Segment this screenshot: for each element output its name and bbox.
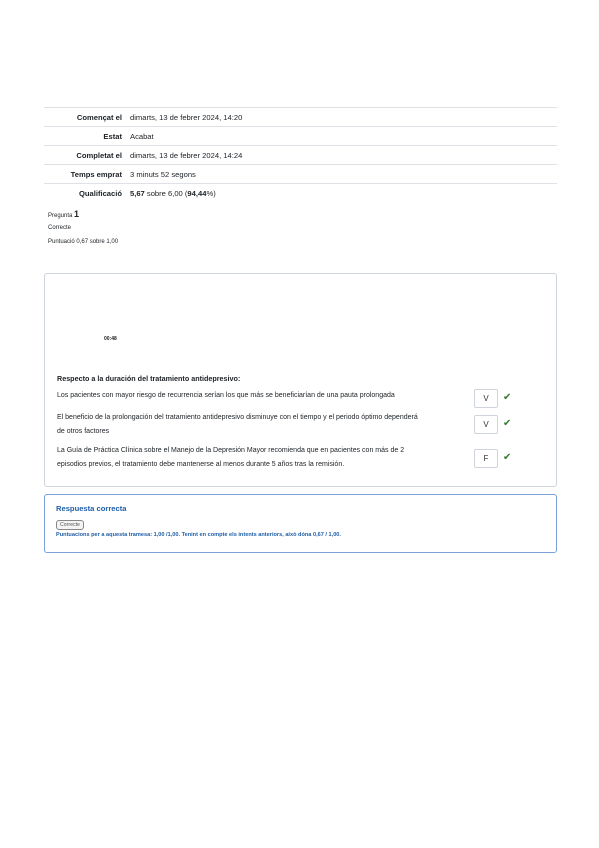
- summary-value: dimarts, 13 de febrer 2024, 14:24: [130, 145, 557, 165]
- answer-text-line: La Guía de Práctica Clínica sobre el Man…: [57, 447, 405, 454]
- question-text: Respecto a la duración del tratamiento a…: [57, 374, 241, 383]
- question-state: Correcte: [48, 225, 72, 231]
- check-icon: ✔: [503, 452, 512, 463]
- grade-value: 5,67 sobre 6,00 (94,44%): [130, 183, 557, 202]
- timer-text: 00:48: [104, 336, 117, 342]
- answer-text: El beneficio de la prolongación del trat…: [57, 411, 469, 439]
- summary-row-grade: Qualificació 5,67 sobre 6,00 (94,44%): [44, 183, 557, 202]
- summary-label: Temps emprat: [44, 164, 130, 184]
- feedback-box: Respuesta correcta Correcte Puntuacions …: [44, 494, 557, 553]
- question-grade: Puntuació 0,67 sobre 1,00: [48, 239, 119, 245]
- summary-value: 3 minuts 52 segons: [130, 164, 557, 184]
- answer-text: La Guía de Práctica Clínica sobre el Man…: [57, 444, 469, 472]
- answer-text-line: Los pacientes con mayor riesgo de recurr…: [57, 392, 395, 399]
- feedback-title: Respuesta correcta: [56, 504, 127, 513]
- summary-row-state: Estat Acabat: [44, 126, 557, 146]
- summary-label: Estat: [44, 126, 130, 146]
- answer-row: Los pacientes con mayor riesgo de recurr…: [57, 389, 537, 408]
- answer-text: Los pacientes con mayor riesgo de recurr…: [57, 389, 469, 403]
- summary-value: Acabat: [130, 126, 557, 146]
- status-badge: Correcte: [56, 520, 84, 530]
- answer-text-line: El beneficio de la prolongación del trat…: [57, 414, 418, 421]
- summary-label: Qualificació: [44, 183, 130, 202]
- grade-max: sobre 6,00 (: [144, 188, 188, 198]
- grade-score: 5,67: [130, 188, 145, 198]
- answer-row: La Guía de Práctica Clínica sobre el Man…: [57, 444, 537, 472]
- summary-row-time-taken: Temps emprat 3 minuts 52 segons: [44, 164, 557, 184]
- summary-row-started: Començat el dimarts, 13 de febrer 2024, …: [44, 107, 557, 127]
- grade-percent: 94,44: [187, 188, 207, 198]
- check-icon: ✔: [503, 418, 512, 429]
- summary-label: Començat el: [44, 107, 130, 127]
- summary-row-completed: Completat el dimarts, 13 de febrer 2024,…: [44, 145, 557, 165]
- attempt-summary-table: Començat el dimarts, 13 de febrer 2024, …: [44, 107, 557, 202]
- answer-select[interactable]: V: [474, 415, 498, 434]
- question-number-value: 1: [74, 209, 80, 219]
- answer-text-line: episodios previos, el tratamiento debe m…: [57, 461, 345, 468]
- summary-value: dimarts, 13 de febrer 2024, 14:20: [130, 107, 557, 127]
- summary-label: Completat el: [44, 145, 130, 165]
- question-formulation: 00:48 Respecto a la duración del tratami…: [44, 273, 557, 487]
- answer-select[interactable]: V: [474, 389, 498, 408]
- answer-select[interactable]: F: [474, 449, 498, 468]
- grade-suffix: %): [206, 188, 216, 198]
- answer-row: El beneficio de la prolongación del trat…: [57, 411, 537, 439]
- question-number-label: Pregunta: [48, 213, 73, 219]
- answer-text-line: de otros factores: [57, 428, 110, 435]
- question-number: Pregunta 1: [48, 209, 118, 220]
- question-info: Pregunta 1 Correcte Puntuació 0,67 sobre…: [48, 209, 119, 246]
- feedback-marks: Puntuacions per a aquesta tramesa: 1,00 …: [56, 532, 341, 538]
- check-icon: ✔: [503, 392, 512, 403]
